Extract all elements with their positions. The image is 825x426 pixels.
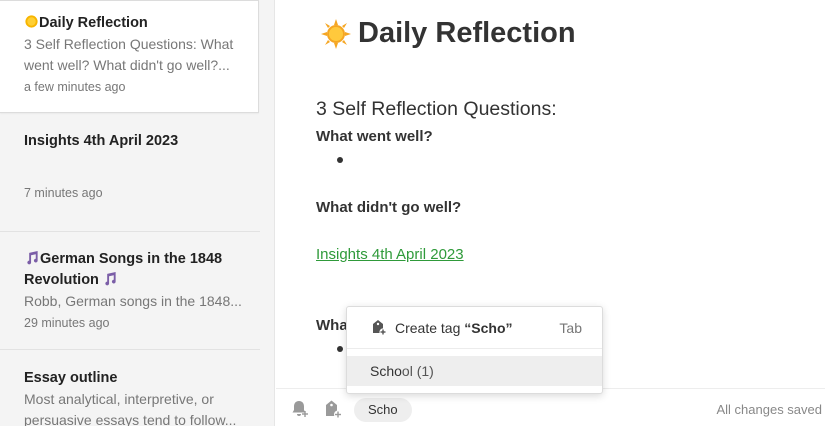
note-list-sidebar: Daily Reflection 3 Self Reflection Quest… [0,0,275,426]
note-timestamp: 7 minutes ago [24,186,103,200]
tab-shortcut-hint: Tab [559,319,582,336]
bullet-point [337,157,343,163]
sun-icon [25,15,38,28]
sun-icon [321,18,351,49]
note-title: German Songs in the 1848 Revolution [24,250,223,288]
save-status: All changes saved [716,402,822,417]
note-list-item[interactable]: Daily Reflection 3 Self Reflection Quest… [0,0,259,113]
note-title: Insights 4th April 2023 [24,133,179,149]
create-tag-label: Create tag “Scho” [395,319,513,336]
note-list-item[interactable]: Essay outline Most analytical, interpret… [0,350,260,426]
tag-add-icon [373,320,387,336]
question-partial: Wha [316,317,348,334]
question-what-didnt-go-well: What didn't go well? [316,199,462,216]
note-title: Essay outline [24,370,118,386]
tag-add-icon[interactable] [323,399,343,419]
tag-suggestion-school[interactable]: Scho ol (1) [347,356,602,386]
note-timestamp: a few minutes ago [24,80,126,94]
note-snippet: 3 Self Reflection Questions: What went w… [24,36,234,73]
note-snippet: Robb, German songs in the 1848... [24,293,242,309]
note-timestamp: 29 minutes ago [24,316,110,330]
note-title: Daily Reflection [24,13,248,34]
question-what-went-well: What went well? [316,128,433,145]
page-title: Daily Reflection [320,17,576,50]
music-notes-icon [27,250,38,265]
create-tag-option[interactable]: Create tag “Scho” Tab [347,307,602,349]
note-snippet: Most analytical, interpretive, or persua… [24,391,237,426]
tag-input[interactable]: Scho [354,398,412,422]
tag-autocomplete-popup: Create tag “Scho” Tab Scho ol (1) [346,306,603,394]
music-notes-icon [105,271,116,286]
note-link-insights[interactable]: Insights 4th April 2023 [316,246,464,263]
reminder-add-icon[interactable] [290,399,310,419]
bullet-point [337,346,343,352]
note-list-item[interactable]: German Songs in the 1848 Revolution Robb… [0,232,260,350]
section-heading: 3 Self Reflection Questions: [316,98,557,120]
note-list-item[interactable]: Insights 4th April 2023 7 minutes ago [0,113,260,232]
